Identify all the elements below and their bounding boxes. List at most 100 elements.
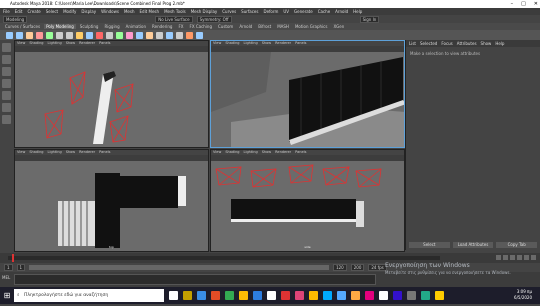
- panel-tab[interactable]: Help: [495, 41, 504, 46]
- shelf-tool-icon[interactable]: [126, 31, 133, 39]
- playhead[interactable]: [12, 254, 14, 262]
- taskbar-search[interactable]: ⌕ Πληκτρολογήστε εδώ για αναζήτηση: [14, 289, 164, 302]
- shelf-tool-icon[interactable]: [196, 31, 203, 39]
- shelf-tab[interactable]: Bifrost: [256, 24, 273, 29]
- shelf-tab[interactable]: FX Caching: [188, 24, 214, 29]
- shelf-tab[interactable]: FX: [176, 24, 185, 29]
- taskbar-app-icon[interactable]: [365, 291, 374, 300]
- sign-in-button[interactable]: Sign In: [359, 15, 380, 23]
- shelf-tool-icon[interactable]: [26, 31, 33, 39]
- move-tool-icon[interactable]: [2, 79, 11, 88]
- play-forward-icon[interactable]: [517, 255, 522, 260]
- load-attributes-button[interactable]: Load Attributes: [452, 242, 494, 248]
- panel-tab[interactable]: Show: [481, 41, 492, 46]
- menu-item[interactable]: Edit Mesh: [140, 9, 160, 14]
- shelf-tool-icon[interactable]: [96, 31, 103, 39]
- taskbar-app-icon[interactable]: [323, 291, 332, 300]
- menu-item[interactable]: Deform: [263, 9, 278, 14]
- taskbar-app-icon[interactable]: [421, 291, 430, 300]
- last-tool-icon[interactable]: [2, 115, 11, 124]
- step-back-icon[interactable]: [503, 255, 508, 260]
- start-button[interactable]: ⊞: [0, 287, 14, 304]
- shelf-tab[interactable]: Rendering: [150, 24, 174, 29]
- viewport-side[interactable]: View Shading Lighting Show Renderer Panels si…: [210, 149, 405, 252]
- shelf-tab[interactable]: Arnold: [237, 24, 254, 29]
- taskbar-app-icon[interactable]: [239, 291, 248, 300]
- minimize-button[interactable]: –: [511, 0, 514, 8]
- command-input[interactable]: [14, 274, 376, 285]
- shelf-tab[interactable]: Custom: [216, 24, 235, 29]
- mode-selector[interactable]: Modeling: [3, 15, 28, 23]
- close-button[interactable]: ✕: [534, 0, 538, 8]
- range-start-field[interactable]: 1: [4, 264, 13, 271]
- menu-item[interactable]: Surfaces: [241, 9, 258, 14]
- shelf-tool-icon[interactable]: [66, 31, 73, 39]
- panel-tab[interactable]: Attributes: [457, 41, 477, 46]
- taskbar-app-icon[interactable]: [435, 291, 444, 300]
- shelf-tool-icon[interactable]: [176, 31, 183, 39]
- shelf-tool-icon[interactable]: [76, 31, 83, 39]
- lasso-tool-icon[interactable]: [2, 55, 11, 64]
- shelf-tab[interactable]: Rigging: [102, 24, 121, 29]
- shelf-tool-icon[interactable]: [146, 31, 153, 39]
- go-start-icon[interactable]: [496, 255, 501, 260]
- shelf-tool-icon[interactable]: [156, 31, 163, 39]
- shelf-tool-icon[interactable]: [56, 31, 63, 39]
- rotate-tool-icon[interactable]: [2, 91, 11, 100]
- range-min-field[interactable]: 1: [16, 264, 26, 271]
- shelf-tool-icon[interactable]: [166, 31, 173, 39]
- shelf-tool-icon[interactable]: [36, 31, 43, 39]
- menu-item[interactable]: Mesh Tools: [164, 9, 186, 14]
- system-tray[interactable]: 3:09 πμ 6/5/2020: [514, 287, 532, 306]
- menu-item[interactable]: Windows: [101, 9, 119, 14]
- copy-tab-button[interactable]: Copy Tab: [496, 242, 538, 248]
- shelf-tool-icon[interactable]: [186, 31, 193, 39]
- menu-item[interactable]: Display: [81, 9, 96, 14]
- shelf-tab[interactable]: Poly Modeling: [44, 24, 76, 29]
- taskbar-app-icon[interactable]: [169, 291, 178, 300]
- menu-item[interactable]: Mesh Display: [191, 9, 218, 14]
- live-surface-field[interactable]: No Live Surface: [155, 15, 193, 23]
- taskbar-app-icon[interactable]: [267, 291, 276, 300]
- menu-item[interactable]: Cache: [318, 9, 330, 14]
- step-forward-icon[interactable]: [524, 255, 529, 260]
- menu-item[interactable]: Curves: [222, 9, 236, 14]
- taskbar-app-icon[interactable]: [407, 291, 416, 300]
- taskbar-app-icon[interactable]: [295, 291, 304, 300]
- menu-item[interactable]: Edit: [15, 9, 23, 14]
- paint-select-icon[interactable]: [2, 67, 11, 76]
- menu-item[interactable]: Arnold: [335, 9, 348, 14]
- shelf-tool-icon[interactable]: [16, 31, 23, 39]
- shelf-tool-icon[interactable]: [46, 31, 53, 39]
- panel-tab[interactable]: Selected: [420, 41, 437, 46]
- timeline-track[interactable]: [8, 256, 440, 260]
- menu-item[interactable]: Generate: [294, 9, 313, 14]
- shelf-tab[interactable]: Sculpting: [78, 24, 101, 29]
- maximize-button[interactable]: □: [521, 0, 526, 8]
- taskbar-app-icon[interactable]: [393, 291, 402, 300]
- shelf-tab[interactable]: Curves / Surfaces: [3, 24, 42, 29]
- taskbar-app-icon[interactable]: [379, 291, 388, 300]
- go-end-icon[interactable]: [531, 255, 536, 260]
- taskbar-app-icon[interactable]: [225, 291, 234, 300]
- select-tool-icon[interactable]: [2, 43, 11, 52]
- taskbar-app-icon[interactable]: [211, 291, 220, 300]
- range-max-field[interactable]: 120: [333, 264, 347, 271]
- menu-item[interactable]: Select: [46, 9, 58, 14]
- menu-item[interactable]: Create: [27, 9, 40, 14]
- shelf-tab[interactable]: Motion Graphics: [293, 24, 330, 29]
- scale-tool-icon[interactable]: [2, 103, 11, 112]
- taskbar-app-icon[interactable]: [351, 291, 360, 300]
- shelf-tool-icon[interactable]: [86, 31, 93, 39]
- taskbar-app-icon[interactable]: [337, 291, 346, 300]
- shelf-tool-icon[interactable]: [116, 31, 123, 39]
- taskbar-app-icon[interactable]: [197, 291, 206, 300]
- shelf-tool-icon[interactable]: [106, 31, 113, 39]
- play-back-icon[interactable]: [510, 255, 515, 260]
- menu-item[interactable]: Help: [353, 9, 362, 14]
- shelf-tab[interactable]: MASH: [275, 24, 291, 29]
- range-bar[interactable]: [29, 265, 330, 270]
- menu-item[interactable]: UV: [283, 9, 289, 14]
- shelf-tool-icon[interactable]: [6, 31, 13, 39]
- shelf-tool-icon[interactable]: [136, 31, 143, 39]
